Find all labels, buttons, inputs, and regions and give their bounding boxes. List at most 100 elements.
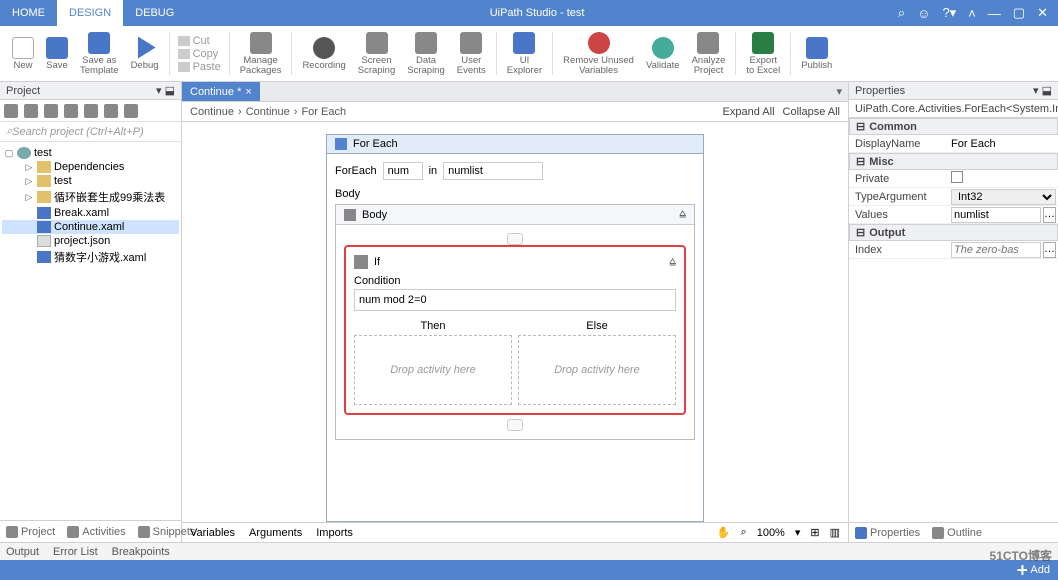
cat-output[interactable]: ⊟Output	[849, 224, 1058, 241]
paste-button[interactable]: Paste	[178, 61, 221, 73]
prop-values-input[interactable]	[951, 207, 1041, 223]
var-tab-variables[interactable]: Variables	[190, 527, 235, 539]
analyze-button[interactable]: Analyze Project	[686, 28, 732, 79]
expand-all-icon[interactable]	[4, 104, 18, 118]
tree-root[interactable]: ▢test	[2, 146, 179, 160]
remove-vars-button[interactable]: Remove Unused Variables	[557, 28, 640, 79]
refresh-icon[interactable]	[44, 104, 58, 118]
recording-button[interactable]: Recording	[296, 28, 351, 79]
status-breakpoints[interactable]: Breakpoints	[112, 546, 170, 558]
props-pin-icon[interactable]: ▾ ⬓	[1033, 84, 1052, 97]
tree-item[interactable]: ▷循环嵌套生成99乘法表	[2, 188, 179, 206]
status-errorlist[interactable]: Error List	[53, 546, 98, 558]
else-label: Else	[518, 317, 676, 335]
prop-tab-properties[interactable]: Properties	[849, 527, 926, 539]
save-button[interactable]: Save	[40, 28, 74, 79]
connector-bottom[interactable]	[507, 419, 523, 431]
expand-all-button[interactable]: Expand All	[723, 106, 775, 118]
var-tab-arguments[interactable]: Arguments	[249, 527, 302, 539]
then-label: Then	[354, 317, 512, 335]
tree-item[interactable]: Continue.xaml	[2, 220, 179, 234]
if-activity[interactable]: If⩠ Condition num mod 2=0 ThenDrop activ…	[344, 245, 686, 415]
tree-item[interactable]: project.json	[2, 234, 179, 248]
tree-item[interactable]: Break.xaml	[2, 206, 179, 220]
foreach-label: ForEach	[335, 165, 377, 177]
zoom-value[interactable]: 100%	[757, 527, 785, 539]
prop-values-ellipsis[interactable]: …	[1043, 207, 1056, 223]
overview-icon[interactable]: ▥	[830, 526, 840, 539]
var-tab-imports[interactable]: Imports	[316, 527, 353, 539]
add-button[interactable]: Add	[1017, 564, 1050, 576]
side-tab-activities[interactable]: Activities	[61, 526, 131, 538]
prop-typearg-select[interactable]: Int32	[951, 189, 1056, 205]
prop-private-checkbox[interactable]	[951, 171, 963, 183]
else-drop[interactable]: Drop activity here	[518, 335, 676, 405]
collapse-ribbon-icon[interactable]: ˄	[968, 6, 976, 21]
publish-button[interactable]: Publish	[795, 28, 838, 79]
tab-menu-icon[interactable]: ▾	[830, 82, 848, 101]
close-tab-icon[interactable]: ×	[245, 86, 251, 98]
tab-home[interactable]: HOME	[0, 0, 57, 26]
collapse-if-icon[interactable]: ⩠	[669, 256, 676, 269]
prop-displayname[interactable]: For Each	[949, 138, 1058, 150]
help-icon[interactable]: ?▾	[942, 5, 956, 21]
pin-icon[interactable]: ▾ ⬓	[156, 84, 175, 97]
copy-button[interactable]: Copy	[178, 48, 221, 60]
save-template-button[interactable]: Save as Template	[74, 28, 125, 79]
zoom-dropdown-icon[interactable]: ▾	[795, 526, 801, 539]
prop-index-ellipsis[interactable]: …	[1043, 242, 1056, 258]
foreach-collection-input[interactable]	[443, 162, 543, 180]
settings-icon[interactable]	[104, 104, 118, 118]
close-icon[interactable]: ✕	[1037, 5, 1048, 21]
pan-icon[interactable]: ✋	[717, 526, 731, 539]
collapse-body-icon[interactable]: ⩠	[679, 208, 686, 221]
show-all-icon[interactable]	[64, 104, 78, 118]
tab-debug[interactable]: DEBUG	[123, 0, 186, 26]
tab-design[interactable]: DESIGN	[57, 0, 123, 26]
tree-item[interactable]: ▷Dependencies	[2, 160, 179, 174]
fit-screen-icon[interactable]: ⊞	[810, 526, 819, 539]
cut-button[interactable]: Cut	[178, 35, 221, 47]
debug-button[interactable]: Debug	[125, 28, 165, 79]
project-search-input[interactable]: ⌕ Search project (Ctrl+Alt+P)	[0, 122, 181, 142]
remove-icon[interactable]	[124, 104, 138, 118]
search-icon[interactable]: ⌕	[898, 5, 905, 21]
then-drop[interactable]: Drop activity here	[354, 335, 512, 405]
condition-input[interactable]: num mod 2=0	[354, 289, 676, 311]
connector-top[interactable]	[507, 233, 523, 245]
validate-button[interactable]: Validate	[640, 28, 686, 79]
body-label: Body	[335, 188, 695, 200]
cat-misc[interactable]: ⊟Misc	[849, 153, 1058, 170]
zoom-reset-icon[interactable]: ⌕	[741, 526, 747, 539]
prop-index-input[interactable]	[951, 242, 1041, 258]
data-scraping-button[interactable]: Data Scraping	[401, 28, 451, 79]
manage-packages-button[interactable]: Manage Packages	[234, 28, 288, 79]
crumb-2[interactable]: For Each	[301, 106, 346, 118]
screen-scraping-button[interactable]: Screen Scraping	[352, 28, 402, 79]
project-tree[interactable]: ▢test ▷Dependencies▷test▷循环嵌套生成99乘法表Brea…	[0, 142, 181, 520]
tree-item[interactable]: ▷test	[2, 174, 179, 188]
export-excel-button[interactable]: Export to Excel	[740, 28, 786, 79]
ui-explorer-button[interactable]: UI Explorer	[501, 28, 548, 79]
cat-common[interactable]: ⊟Common	[849, 118, 1058, 135]
maximize-icon[interactable]: ▢	[1013, 5, 1025, 21]
foreach-item-input[interactable]	[383, 162, 423, 180]
collapse-all-icon[interactable]	[24, 104, 38, 118]
doc-tab-continue[interactable]: Continue *×	[182, 82, 260, 101]
minimize-icon[interactable]: —	[988, 6, 1001, 21]
foreach-icon	[335, 138, 347, 150]
status-output[interactable]: Output	[6, 546, 39, 558]
side-tab-project[interactable]: Project	[0, 526, 61, 538]
crumb-0[interactable]: Continue	[190, 106, 234, 118]
user-events-button[interactable]: User Events	[451, 28, 492, 79]
folder-icon[interactable]	[84, 104, 98, 118]
collapse-all-button[interactable]: Collapse All	[783, 106, 840, 118]
crumb-1[interactable]: Continue	[246, 106, 290, 118]
foreach-activity[interactable]: For Each ForEach in Body Body⩠	[326, 134, 704, 522]
feedback-icon[interactable]: ☺	[917, 6, 930, 21]
body-title: Body	[362, 209, 387, 221]
prop-tab-outline[interactable]: Outline	[926, 527, 988, 539]
new-button[interactable]: New	[6, 28, 40, 79]
window-title: UiPath Studio - test	[186, 0, 888, 26]
tree-item[interactable]: 猜数字小游戏.xaml	[2, 248, 179, 266]
